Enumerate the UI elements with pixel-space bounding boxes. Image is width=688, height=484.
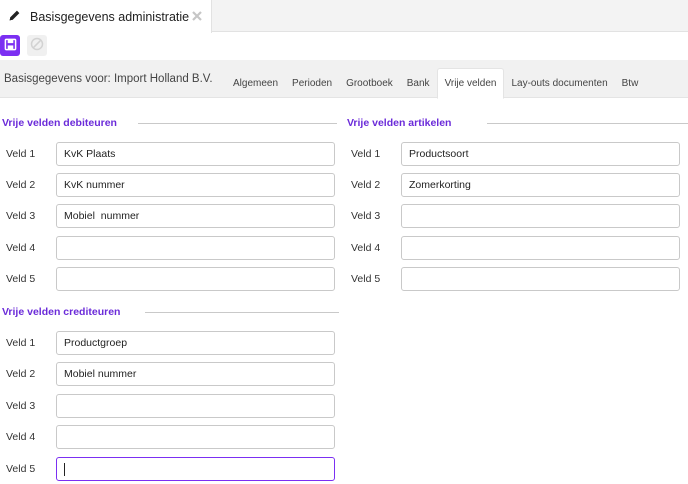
field-label: Veld 3 <box>6 210 36 222</box>
crediteuren-veld-2: Veld 2 Mobiel nummer <box>6 362 336 386</box>
company-label: Basisgegevens voor: Import Holland B.V. <box>4 73 213 85</box>
section-title-debiteuren: Vrije velden debiteuren <box>2 117 117 129</box>
field-label: Veld 5 <box>351 273 381 285</box>
section-title-artikelen: Vrije velden artikelen <box>347 117 452 129</box>
text-caret <box>64 462 65 476</box>
field-label: Veld 1 <box>351 148 381 160</box>
artikelen-veld-2: Veld 2 Zomerkorting <box>351 173 681 197</box>
field-label: Veld 3 <box>351 210 381 222</box>
window-tab-bar: Basisgegevens administratie <box>0 0 688 33</box>
cancel-icon <box>30 37 44 54</box>
artikelen-veld-4-input[interactable] <box>401 236 680 260</box>
crediteuren-veld-1-input[interactable]: Productgroep <box>56 331 335 355</box>
tab-grootboek[interactable]: Grootboek <box>339 68 400 98</box>
section-title-crediteuren: Vrije velden crediteuren <box>2 306 121 318</box>
crediteuren-veld-5-input[interactable] <box>56 457 335 481</box>
window-tab[interactable]: Basisgegevens administratie <box>0 0 212 33</box>
debiteuren-veld-1-input[interactable]: KvK Plaats <box>56 142 335 166</box>
tab-algemeen[interactable]: Algemeen <box>226 68 285 98</box>
field-label: Veld 1 <box>6 337 36 349</box>
artikelen-veld-2-input[interactable]: Zomerkorting <box>401 173 680 197</box>
tab-strip: Algemeen Perioden Grootboek Bank Vrije v… <box>226 68 646 99</box>
cancel-button[interactable] <box>27 35 47 56</box>
debiteuren-veld-1: Veld 1 KvK Plaats <box>6 142 336 166</box>
field-label: Veld 5 <box>6 463 36 475</box>
artikelen-veld-4: Veld 4 <box>351 236 681 260</box>
field-label: Veld 4 <box>6 431 36 443</box>
debiteuren-veld-2: Veld 2 KvK nummer <box>6 173 336 197</box>
field-label: Veld 5 <box>6 273 36 285</box>
crediteuren-veld-5: Veld 5 <box>6 457 336 481</box>
crediteuren-veld-2-input[interactable]: Mobiel nummer <box>56 362 335 386</box>
section-divider <box>487 123 688 124</box>
artikelen-veld-3: Veld 3 <box>351 204 681 228</box>
debiteuren-veld-5-input[interactable] <box>56 267 335 291</box>
artikelen-veld-5: Veld 5 <box>351 267 681 291</box>
section-divider <box>138 123 337 124</box>
debiteuren-veld-5: Veld 5 <box>6 267 336 291</box>
tab-perioden[interactable]: Perioden <box>285 68 339 98</box>
debiteuren-veld-3-input[interactable]: Mobiel nummer <box>56 204 335 228</box>
crediteuren-veld-3-input[interactable] <box>56 394 335 418</box>
field-label: Veld 2 <box>6 368 36 380</box>
tab-lay-outs-documenten[interactable]: Lay-outs documenten <box>504 68 614 98</box>
save-icon <box>4 38 17 54</box>
field-label: Veld 1 <box>6 148 36 160</box>
save-button[interactable] <box>0 35 20 56</box>
window-tab-title: Basisgegevens administratie <box>30 9 190 24</box>
crediteuren-veld-3: Veld 3 <box>6 394 336 418</box>
artikelen-veld-1: Veld 1 Productsoort <box>351 142 681 166</box>
field-label: Veld 3 <box>6 400 36 412</box>
artikelen-veld-5-input[interactable] <box>401 267 680 291</box>
pencil-icon <box>8 9 21 25</box>
debiteuren-veld-4: Veld 4 <box>6 236 336 260</box>
debiteuren-veld-2-input[interactable]: KvK nummer <box>56 173 335 197</box>
artikelen-veld-3-input[interactable] <box>401 204 680 228</box>
crediteuren-veld-4-input[interactable] <box>56 425 335 449</box>
crediteuren-veld-4: Veld 4 <box>6 425 336 449</box>
field-label: Veld 4 <box>351 242 381 254</box>
artikelen-veld-1-input[interactable]: Productsoort <box>401 142 680 166</box>
field-label: Veld 4 <box>6 242 36 254</box>
tab-vrije-velden[interactable]: Vrije velden <box>436 68 505 99</box>
debiteuren-veld-4-input[interactable] <box>56 236 335 260</box>
field-label: Veld 2 <box>351 179 381 191</box>
tab-btw[interactable]: Btw <box>615 68 646 98</box>
field-label: Veld 2 <box>6 179 36 191</box>
crediteuren-veld-1: Veld 1 Productgroep <box>6 331 336 355</box>
section-divider <box>145 312 339 313</box>
debiteuren-veld-3: Veld 3 Mobiel nummer <box>6 204 336 228</box>
company-bar: Basisgegevens voor: Import Holland B.V. … <box>0 60 688 99</box>
tab-bank[interactable]: Bank <box>400 68 437 98</box>
toolbar <box>0 33 688 59</box>
close-icon[interactable] <box>190 9 204 23</box>
